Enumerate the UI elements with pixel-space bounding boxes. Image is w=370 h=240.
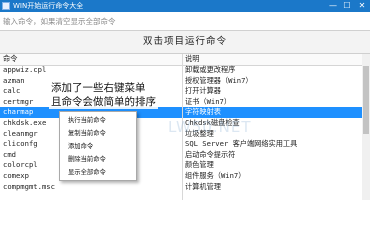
vertical-scrollbar[interactable] bbox=[362, 54, 370, 200]
menu-item-show-all-commands[interactable]: 显示全部命令 bbox=[68, 167, 106, 178]
command-cell: comexp bbox=[3, 171, 29, 180]
command-cell: calc bbox=[3, 86, 21, 96]
description-cell: 组件服务（Win7） bbox=[185, 171, 246, 180]
close-button[interactable]: ✕ bbox=[355, 1, 369, 11]
search-bar bbox=[0, 12, 370, 31]
table-header: 命令 说明 bbox=[0, 54, 362, 66]
table-row[interactable]: comexp 组件服务（Win7） bbox=[0, 171, 362, 182]
watermark: LW50.NET bbox=[168, 118, 252, 136]
menu-item-delete-command[interactable]: 删除当前命令 bbox=[68, 154, 106, 165]
description-cell: 授权管理器（Win7） bbox=[185, 75, 253, 85]
command-cell: cleanmgr bbox=[3, 128, 38, 138]
column-header-description[interactable]: 说明 bbox=[185, 54, 199, 65]
context-menu: 执行当前命令 复制当前命令 添加命令 删除当前命令 显示全部命令 bbox=[59, 111, 137, 181]
minimize-button[interactable]: — bbox=[326, 1, 340, 11]
scrollbar-thumb[interactable] bbox=[363, 66, 369, 134]
command-cell: compmgmt.msc bbox=[3, 181, 55, 191]
command-cell: certmgr bbox=[3, 96, 34, 106]
description-cell: 计算机管理 bbox=[185, 181, 221, 191]
description-cell: 颜色管理 bbox=[185, 160, 214, 170]
app-icon bbox=[2, 2, 10, 10]
menu-item-add-command[interactable]: 添加命令 bbox=[68, 141, 93, 152]
table-row[interactable]: appwiz.cpl 卸载或更改程序 bbox=[0, 65, 362, 76]
description-cell: 打开计算器 bbox=[185, 86, 221, 96]
annotation-text: 添加了一些右键菜单 且命令会做简单的排序 bbox=[49, 81, 158, 109]
command-cell: azman bbox=[3, 75, 25, 85]
column-header-command[interactable]: 命令 bbox=[3, 54, 17, 65]
title-bar: WIN开始运行命令大全 — ☐ ✕ bbox=[0, 0, 370, 12]
description-cell: 字符映射表 bbox=[185, 107, 221, 117]
menu-item-run-command[interactable]: 执行当前命令 bbox=[68, 115, 106, 126]
command-cell: cliconfg bbox=[3, 139, 38, 149]
window-title: WIN开始运行命令大全 bbox=[13, 2, 84, 10]
description-cell: SQL Server 客户端网络实用工具 bbox=[185, 139, 298, 149]
maximize-button[interactable]: ☐ bbox=[340, 1, 354, 11]
command-cell: charmap bbox=[3, 107, 34, 117]
search-input[interactable] bbox=[3, 15, 363, 27]
annotation-line: 添加了一些右键菜单 bbox=[51, 82, 146, 94]
section-title: 双击项目运行命令 bbox=[0, 31, 370, 54]
command-cell: chkdsk.exe bbox=[3, 118, 47, 127]
description-cell: 卸载或更改程序 bbox=[185, 65, 236, 74]
annotation-line: 且命令会做简单的排序 bbox=[51, 96, 156, 108]
table-row[interactable]: cmd 启动命令提示符 bbox=[0, 150, 362, 161]
table-row[interactable]: compmgmt.msc 计算机管理 bbox=[0, 182, 362, 193]
table-row[interactable]: cliconfg SQL Server 客户端网络实用工具 bbox=[0, 139, 362, 150]
command-cell: cmd bbox=[3, 149, 16, 159]
table-row[interactable]: colorcpl 颜色管理 bbox=[0, 160, 362, 171]
description-cell: 启动命令提示符 bbox=[185, 149, 236, 159]
command-cell: appwiz.cpl bbox=[3, 65, 47, 74]
menu-item-copy-command[interactable]: 复制当前命令 bbox=[68, 128, 106, 139]
description-cell: 证书（Win7） bbox=[185, 96, 232, 106]
command-cell: colorcpl bbox=[3, 160, 38, 170]
